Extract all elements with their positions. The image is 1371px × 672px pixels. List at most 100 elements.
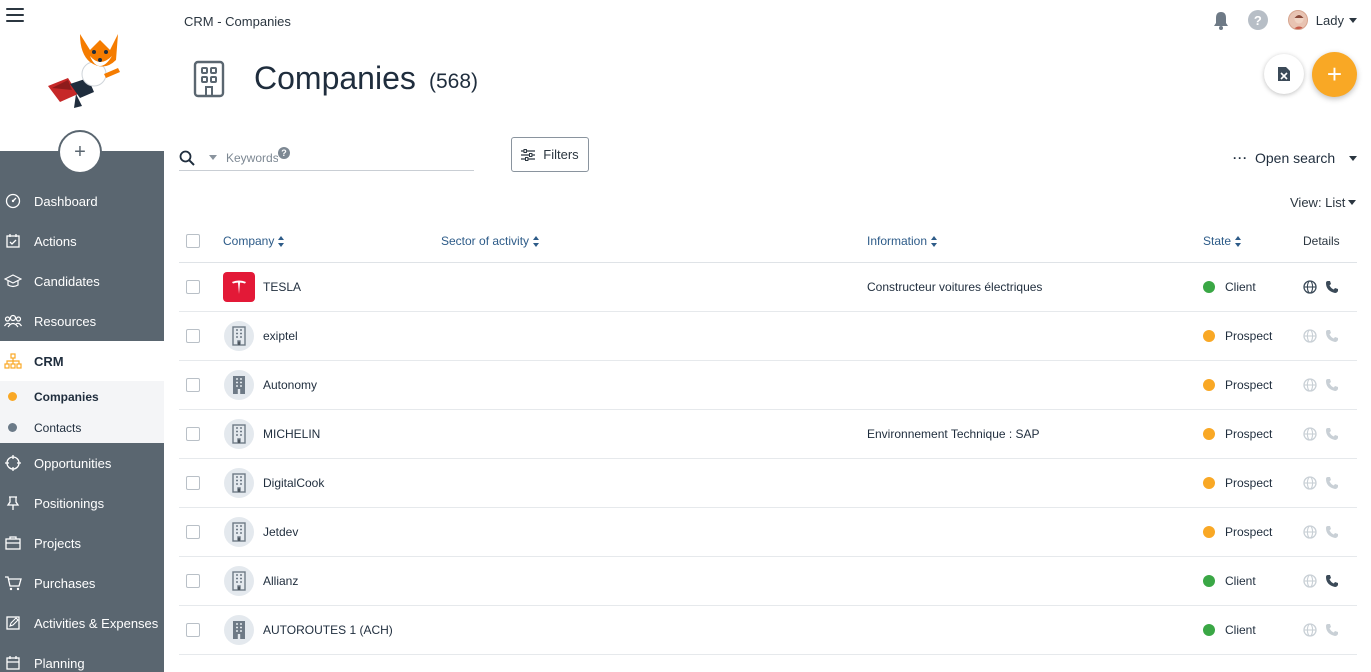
phone-icon[interactable]: [1325, 574, 1339, 588]
row-checkbox[interactable]: [186, 427, 200, 441]
sort-state[interactable]: State: [1203, 234, 1242, 248]
company-name[interactable]: exiptel: [263, 329, 298, 343]
row-checkbox[interactable]: [186, 378, 200, 392]
globe-icon[interactable]: [1303, 329, 1317, 343]
nav-label: Planning: [34, 655, 85, 671]
help-icon[interactable]: ?: [1247, 10, 1268, 30]
row-checkbox[interactable]: [186, 329, 200, 343]
sidebar: + Dashboard Actions Candidates Resources…: [0, 0, 164, 672]
table-row[interactable]: Jetdev Prospect: [179, 508, 1357, 557]
company-state: Prospect: [1225, 525, 1273, 539]
org-chart-icon: [4, 352, 22, 370]
row-checkbox[interactable]: [186, 623, 200, 637]
nav-item-purchases[interactable]: Purchases: [0, 563, 164, 603]
company-logo: [224, 517, 254, 547]
filters-button[interactable]: Filters: [511, 137, 589, 172]
table-row[interactable]: DigitalCook Prospect: [179, 459, 1357, 508]
nav-item-crm[interactable]: CRM: [0, 341, 164, 381]
view-label: View: List: [1290, 195, 1346, 210]
row-checkbox[interactable]: [186, 280, 200, 294]
table-row[interactable]: AUTOROUTES 1 (ACH) Client: [179, 606, 1357, 655]
search-type-chevron-down-icon[interactable]: [209, 155, 217, 160]
globe-icon[interactable]: [1303, 574, 1317, 588]
row-checkbox[interactable]: [186, 574, 200, 588]
sort-sector[interactable]: Sector of activity: [441, 234, 540, 248]
search-input[interactable]: [226, 150, 278, 165]
phone-icon[interactable]: [1325, 623, 1339, 637]
sort-company[interactable]: Company: [223, 234, 285, 248]
sub-label: Companies: [34, 389, 99, 404]
sort-information[interactable]: Information: [867, 234, 938, 248]
building-icon: [232, 326, 246, 346]
company-information: Constructeur voitures électriques: [867, 280, 1043, 294]
row-checkbox[interactable]: [186, 476, 200, 490]
nav-label: Candidates: [34, 273, 100, 289]
excel-file-icon: [1278, 67, 1290, 81]
nav-item-projects[interactable]: Projects: [0, 523, 164, 563]
company-logo: [224, 370, 254, 400]
nav-item-candidates[interactable]: Candidates: [0, 261, 164, 301]
table-row[interactable]: exiptel Prospect: [179, 312, 1357, 361]
phone-icon[interactable]: [1325, 280, 1339, 294]
company-logo: [224, 468, 254, 498]
nav-item-activities-expenses[interactable]: Activities & Expenses: [0, 603, 164, 643]
nav-item-planning[interactable]: Planning: [0, 643, 164, 672]
user-menu-chevron-down-icon[interactable]: [1349, 17, 1357, 23]
nav-item-positionings[interactable]: Positionings: [0, 483, 164, 523]
bell-icon[interactable]: [1210, 9, 1232, 31]
table-row[interactable]: MICHELIN Environnement Technique : SAP P…: [179, 410, 1357, 459]
nav-item-opportunities[interactable]: Opportunities: [0, 443, 164, 483]
company-name[interactable]: Autonomy: [263, 378, 317, 392]
globe-icon[interactable]: [1303, 476, 1317, 490]
sidebar-header: [0, 0, 164, 151]
company-name[interactable]: DigitalCook: [263, 476, 324, 490]
quick-add-button[interactable]: +: [58, 130, 102, 174]
edit-icon: [4, 614, 22, 632]
header-sector: Sector of activity: [441, 234, 530, 248]
nav-item-actions[interactable]: Actions: [0, 221, 164, 261]
globe-icon[interactable]: [1303, 623, 1317, 637]
company-name[interactable]: MICHELIN: [263, 427, 320, 441]
calendar-icon: [4, 654, 22, 672]
row-checkbox[interactable]: [186, 525, 200, 539]
company-name[interactable]: TESLA: [263, 280, 301, 294]
pin-icon: [4, 494, 22, 512]
table-row[interactable]: Allianz Client: [179, 557, 1357, 606]
export-excel-button[interactable]: [1264, 54, 1304, 94]
globe-icon[interactable]: [1303, 280, 1317, 294]
topbar-actions: ? Lady: [1210, 9, 1357, 31]
user-name[interactable]: Lady: [1316, 13, 1344, 28]
filters-label: Filters: [543, 147, 579, 162]
phone-icon[interactable]: [1325, 476, 1339, 490]
phone-icon[interactable]: [1325, 378, 1339, 392]
search-help-icon[interactable]: ?: [278, 146, 290, 159]
state-dot-icon: [1203, 330, 1215, 342]
globe-icon[interactable]: [1303, 427, 1317, 441]
view-selector[interactable]: View: List: [1290, 195, 1357, 210]
sidebar-item-contacts[interactable]: Contacts: [0, 412, 164, 443]
table-row[interactable]: Autonomy Prospect: [179, 361, 1357, 410]
company-name[interactable]: AUTOROUTES 1 (ACH): [263, 623, 393, 637]
company-name[interactable]: Jetdev: [263, 525, 298, 539]
globe-icon[interactable]: [1303, 525, 1317, 539]
nav-item-dashboard[interactable]: Dashboard: [0, 181, 164, 221]
sidebar-item-companies[interactable]: Companies: [0, 381, 164, 412]
hamburger-menu-icon[interactable]: [6, 8, 24, 24]
phone-icon[interactable]: [1325, 329, 1339, 343]
phone-icon[interactable]: [1325, 525, 1339, 539]
globe-icon[interactable]: [1303, 378, 1317, 392]
open-search-label: Open search: [1255, 150, 1336, 166]
phone-icon[interactable]: [1325, 427, 1339, 441]
cart-icon: [4, 574, 22, 592]
search-icon[interactable]: [179, 150, 195, 166]
state-dot-icon: [1203, 281, 1215, 293]
avatar[interactable]: [1287, 10, 1308, 30]
company-name[interactable]: Allianz: [263, 574, 298, 588]
add-company-button[interactable]: +: [1312, 52, 1357, 97]
select-all-checkbox[interactable]: [186, 234, 200, 248]
open-search-toggle[interactable]: ··· Open search: [1233, 150, 1358, 166]
nav-item-resources[interactable]: Resources: [0, 301, 164, 341]
table-row[interactable]: TESLA Constructeur voitures électriques …: [179, 263, 1357, 312]
users-icon: [4, 312, 22, 330]
state-dot-icon: [1203, 379, 1215, 391]
